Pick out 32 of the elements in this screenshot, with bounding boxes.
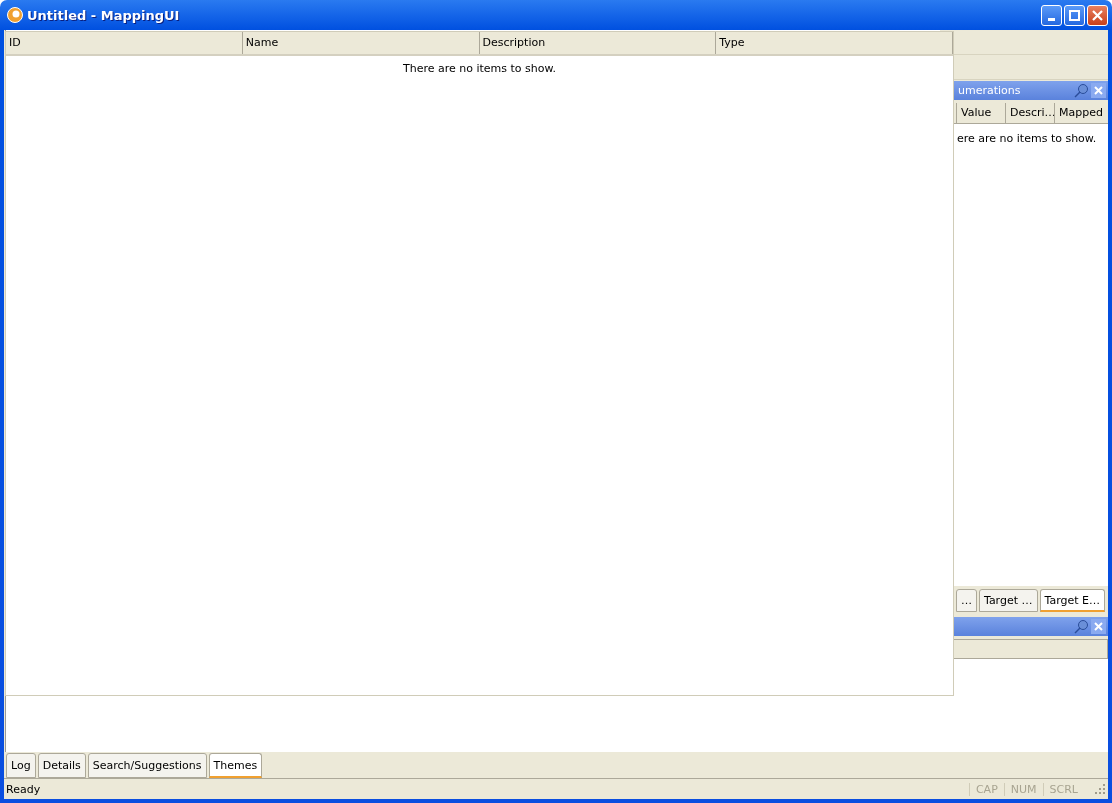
column-header[interactable]: Type	[716, 32, 953, 54]
minimize-icon	[1048, 17, 1055, 21]
panel-tab[interactable]: Log	[6, 753, 36, 778]
column-header[interactable]: Descri…	[1005, 103, 1054, 123]
column-header[interactable]: ID	[6, 32, 243, 54]
panel-tab[interactable]: Details	[37, 753, 86, 778]
close-icon	[1092, 9, 1103, 21]
status-indicator: NUM	[1003, 782, 1043, 796]
close-button[interactable]	[1087, 4, 1108, 26]
maximize-button[interactable]	[1064, 4, 1085, 26]
window-title: Untitled - MappingUI	[27, 7, 180, 23]
empty-message: ere are no items to show.	[957, 132, 1097, 145]
status-text: Ready	[6, 782, 41, 796]
resize-grip-icon[interactable]	[1094, 783, 1106, 795]
status-indicator: CAP	[968, 782, 1004, 796]
app-icon	[7, 7, 23, 23]
close-button[interactable]	[1091, 83, 1106, 98]
column-header[interactable]: Name	[242, 32, 480, 54]
status-indicator: SCRL	[1042, 782, 1084, 796]
panel-tab[interactable]: Target …	[979, 589, 1038, 612]
panel-tab[interactable]: …	[956, 589, 977, 612]
minimize-button[interactable]	[1041, 4, 1062, 26]
panel-tab[interactable]: Search/Suggestions	[87, 753, 207, 778]
empty-message: There are no items to show.	[402, 61, 557, 75]
column-header[interactable]: Description	[479, 32, 717, 54]
column-header[interactable]: Mapped	[1054, 103, 1108, 123]
column-header[interactable]: Value	[956, 103, 1005, 123]
maximize-icon	[1069, 9, 1080, 21]
panel-tab[interactable]: Themes	[208, 753, 263, 778]
close-button[interactable]	[1091, 619, 1106, 634]
panel-tab[interactable]: Target E…	[1039, 589, 1105, 612]
panel-title: umerations	[958, 84, 1021, 97]
